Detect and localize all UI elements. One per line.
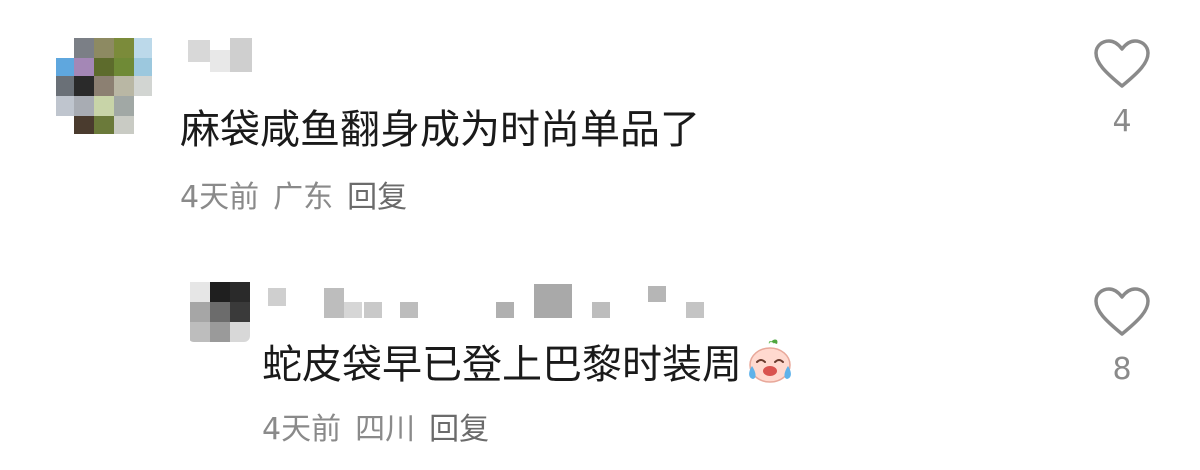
heart-outline-icon — [1094, 287, 1150, 336]
reply-location: 四川 — [355, 412, 416, 447]
reply-button[interactable]: 回复 — [429, 412, 489, 447]
comment-item: 麻袋咸鱼翻身成为时尚单品了 4天前 广东 回复 4 — [0, 0, 1200, 240]
username-blurred[interactable] — [262, 280, 712, 320]
reply-button[interactable]: 回复 — [347, 180, 407, 215]
comment-location: 广东 — [273, 180, 334, 215]
like-button[interactable]: 8 — [1087, 286, 1157, 387]
reply-time: 4天前 — [262, 412, 342, 447]
heart-outline-icon — [1094, 39, 1150, 88]
reply-item: 蛇皮袋早已登上巴黎时装周 4天前 四川 回复 8 — [0, 240, 1200, 470]
comment-text: 麻袋咸鱼翻身成为时尚单品了 — [180, 107, 700, 153]
like-count: 4 — [1112, 104, 1132, 139]
comment-time: 4天前 — [180, 180, 260, 215]
reply-meta: 4天前 四川 回复 — [262, 410, 503, 450]
username-blurred[interactable] — [188, 36, 268, 76]
like-count: 8 — [1112, 352, 1132, 387]
reply-text-content: 蛇皮袋早已登上巴黎时装周 — [262, 342, 742, 388]
comment-meta: 4天前 广东 回复 — [180, 178, 421, 218]
reply-text: 蛇皮袋早已登上巴黎时装周 — [262, 338, 794, 391]
avatar[interactable] — [188, 270, 250, 342]
like-button[interactable]: 4 — [1087, 38, 1157, 139]
avatar[interactable] — [56, 38, 152, 134]
crying-laughing-face-icon — [749, 339, 791, 383]
